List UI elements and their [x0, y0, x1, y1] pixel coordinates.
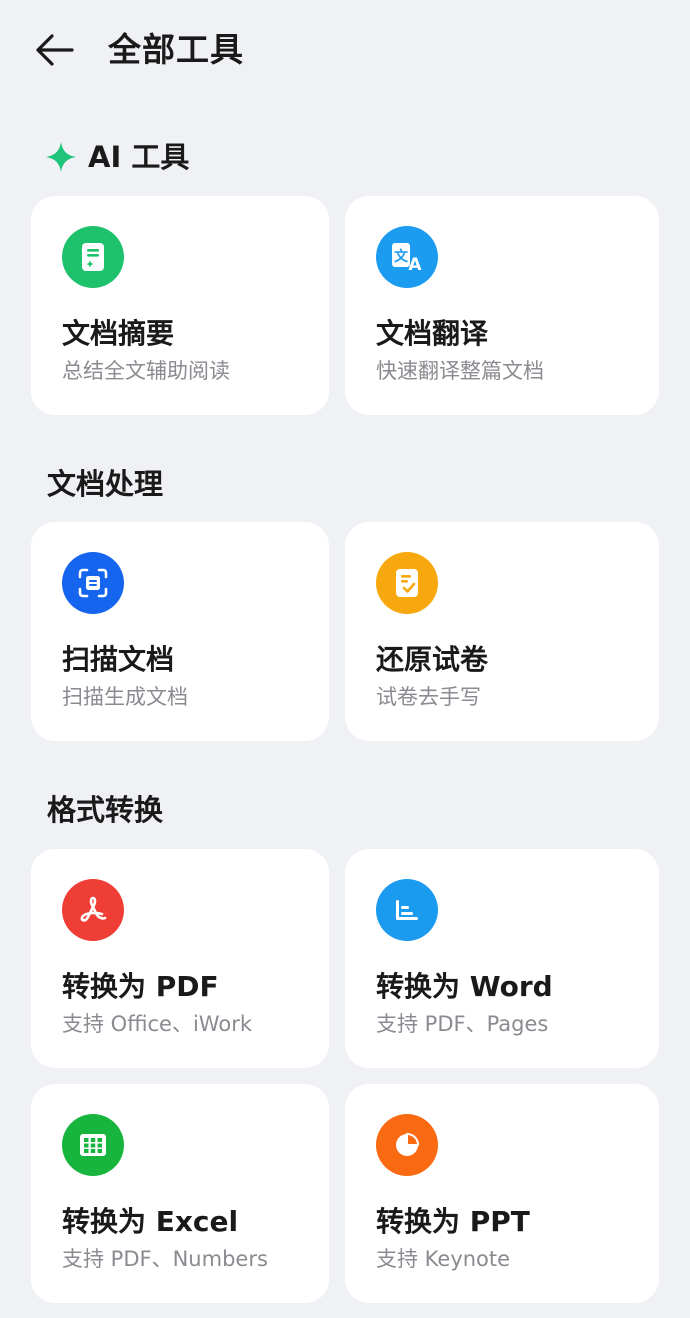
card-title: 扫描文档: [62, 643, 175, 676]
card-convert-to-excel[interactable]: 转换为 Excel 支持 PDF、Numbers: [31, 1084, 329, 1303]
section-title-ai-label: AI 工具: [88, 140, 190, 174]
section-title-ai: AI 工具: [44, 137, 189, 177]
card-title: 文档摘要: [62, 317, 175, 350]
card-subtitle: 支持 Office、iWork: [62, 1012, 252, 1036]
card-subtitle: 快速翻译整篇文档: [376, 359, 544, 383]
card-title: 转换为 PDF: [62, 970, 219, 1003]
translate-icon: 文 A: [376, 226, 438, 288]
header: 全部工具: [0, 0, 690, 100]
word-icon: [376, 879, 438, 941]
page-title: 全部工具: [108, 30, 244, 69]
card-subtitle: 支持 PDF、Pages: [376, 1012, 549, 1036]
card-scan-document[interactable]: 扫描文档 扫描生成文档: [31, 522, 329, 741]
document-summary-icon: [62, 226, 124, 288]
card-document-translate[interactable]: 文 A 文档翻译 快速翻译整篇文档: [345, 196, 659, 415]
arrow-left-icon: [36, 34, 74, 66]
card-title: 文档翻译: [376, 317, 489, 350]
back-button[interactable]: [28, 26, 80, 74]
card-title: 转换为 Excel: [62, 1205, 239, 1238]
card-convert-to-word[interactable]: 转换为 Word 支持 PDF、Pages: [345, 849, 659, 1068]
card-subtitle: 总结全文辅助阅读: [62, 359, 230, 383]
card-restore-exam[interactable]: 还原试卷 试卷去手写: [345, 522, 659, 741]
card-convert-to-pdf[interactable]: 转换为 PDF 支持 Office、iWork: [31, 849, 329, 1068]
exam-paper-icon: [376, 552, 438, 614]
pdf-icon: [62, 879, 124, 941]
card-title: 还原试卷: [376, 643, 489, 676]
card-subtitle: 扫描生成文档: [62, 685, 188, 709]
section-title-format-conversion: 格式转换: [47, 793, 164, 827]
svg-text:A: A: [408, 255, 422, 274]
sparkle-icon: [46, 142, 76, 172]
card-subtitle: 支持 Keynote: [376, 1247, 511, 1271]
card-document-summary[interactable]: 文档摘要 总结全文辅助阅读: [31, 196, 329, 415]
excel-icon: [62, 1114, 124, 1176]
card-subtitle: 支持 PDF、Numbers: [62, 1247, 268, 1271]
card-subtitle: 试卷去手写: [376, 685, 481, 709]
section-title-document-processing: 文档处理: [47, 467, 164, 501]
svg-text:文: 文: [394, 248, 409, 265]
scan-icon: [62, 552, 124, 614]
card-title: 转换为 PPT: [376, 1205, 530, 1238]
card-convert-to-ppt[interactable]: 转换为 PPT 支持 Keynote: [345, 1084, 659, 1303]
card-title: 转换为 Word: [376, 970, 553, 1003]
ppt-icon: [376, 1114, 438, 1176]
